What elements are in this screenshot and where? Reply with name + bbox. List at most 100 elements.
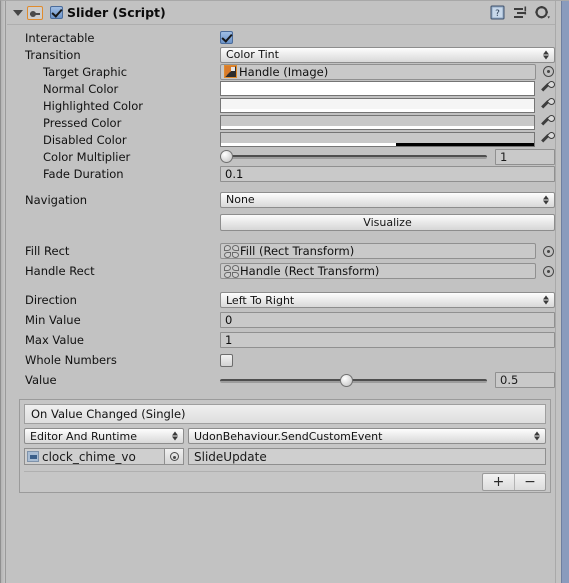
component-header[interactable]: Slider (Script) ? bbox=[7, 1, 555, 25]
on-value-changed-box: On Value Changed (Single) Editor And Run… bbox=[19, 399, 551, 493]
help-icon[interactable]: ? bbox=[490, 5, 505, 23]
row-handle-rect: Handle Rect Handle (Rect Transform) bbox=[7, 261, 555, 281]
fade-duration-input[interactable]: 0.1 bbox=[220, 165, 555, 182]
visualize-button[interactable]: Visualize bbox=[220, 213, 555, 231]
add-listener-button[interactable]: + bbox=[483, 474, 514, 490]
udon-behaviour-icon bbox=[27, 451, 39, 462]
row-fade-duration: Fade Duration 0.1 bbox=[7, 165, 555, 182]
target-graphic-picker-icon[interactable] bbox=[542, 65, 555, 78]
label-pressed-color: Pressed Color bbox=[43, 115, 122, 130]
value-number-field[interactable]: 0.5 bbox=[495, 372, 555, 388]
label-handle-rect: Handle Rect bbox=[25, 264, 95, 278]
min-value-input[interactable]: 0 bbox=[220, 312, 555, 328]
navigation-dropdown[interactable]: None bbox=[220, 191, 555, 208]
row-disabled-color: Disabled Color bbox=[7, 131, 555, 148]
label-direction: Direction bbox=[25, 293, 77, 307]
svg-text:?: ? bbox=[495, 9, 500, 19]
rect-transform-icon bbox=[224, 264, 239, 278]
label-navigation: Navigation bbox=[25, 192, 88, 207]
event-object-value: clock_chime_vo bbox=[42, 449, 136, 464]
chevron-updown-icon bbox=[172, 431, 179, 442]
event-header[interactable]: On Value Changed (Single) bbox=[24, 404, 546, 424]
color-multiplier-slider[interactable] bbox=[220, 149, 487, 164]
row-highlighted-color: Highlighted Color bbox=[7, 97, 555, 114]
row-fill-rect: Fill Rect Fill (Rect Transform) bbox=[7, 241, 555, 261]
transition-value: Color Tint bbox=[226, 48, 279, 61]
disabled-color-eyedropper-icon[interactable] bbox=[540, 132, 555, 147]
pressed-color-swatch[interactable] bbox=[220, 115, 535, 130]
rect-transform-icon bbox=[224, 244, 239, 258]
direction-dropdown[interactable]: Left To Right bbox=[220, 292, 555, 308]
fill-rect-object-field[interactable]: Fill (Rect Transform) bbox=[220, 243, 536, 259]
event-object-picker-button[interactable] bbox=[165, 448, 184, 465]
chevron-updown-icon bbox=[543, 49, 550, 60]
fill-rect-value: Fill (Rect Transform) bbox=[240, 244, 355, 258]
gear-icon[interactable] bbox=[535, 5, 551, 23]
pressed-color-eyedropper-icon[interactable] bbox=[540, 115, 555, 130]
highlighted-color-eyedropper-icon[interactable] bbox=[540, 98, 555, 113]
handle-rect-picker-icon[interactable] bbox=[542, 265, 555, 278]
color-multiplier-slider-thumb[interactable] bbox=[220, 150, 233, 163]
chevron-updown-icon bbox=[543, 194, 550, 205]
label-max-value: Max Value bbox=[25, 333, 85, 347]
transition-dropdown[interactable]: Color Tint bbox=[220, 46, 555, 63]
fill-rect-picker-icon[interactable] bbox=[542, 245, 555, 258]
call-state-dropdown[interactable]: Editor And Runtime bbox=[24, 428, 184, 444]
label-disabled-color: Disabled Color bbox=[43, 132, 127, 147]
event-argument-value: SlideUpdate bbox=[194, 449, 267, 464]
row-transition: Transition Color Tint bbox=[7, 46, 555, 63]
label-transition: Transition bbox=[25, 47, 81, 62]
row-value: Value 0.5 bbox=[7, 370, 555, 390]
preset-icon[interactable] bbox=[513, 6, 527, 23]
label-value: Value bbox=[25, 373, 57, 387]
min-value-text: 0 bbox=[225, 313, 233, 327]
row-min-value: Min Value 0 bbox=[7, 310, 555, 330]
function-dropdown[interactable]: UdonBehaviour.SendCustomEvent bbox=[188, 428, 546, 444]
remove-listener-button[interactable]: − bbox=[514, 473, 545, 490]
label-min-value: Min Value bbox=[25, 313, 81, 327]
handle-rect-object-field[interactable]: Handle (Rect Transform) bbox=[220, 263, 536, 279]
event-row-function: Editor And Runtime UdonBehaviour.SendCus… bbox=[24, 428, 546, 444]
row-target-graphic: Target Graphic Handle (Image) bbox=[7, 63, 555, 80]
event-title: On Value Changed (Single) bbox=[31, 407, 186, 421]
right-scroll-rail[interactable] bbox=[561, 1, 569, 583]
event-footer: + − bbox=[24, 471, 546, 491]
chevron-updown-icon bbox=[534, 431, 541, 442]
handle-rect-value: Handle (Rect Transform) bbox=[240, 264, 380, 278]
color-multiplier-value-field[interactable]: 1 bbox=[495, 148, 555, 165]
row-visualize: Visualize bbox=[7, 212, 555, 232]
inspector-panel: Slider (Script) ? Interactable Transitio… bbox=[0, 0, 569, 583]
event-argument-input[interactable]: SlideUpdate bbox=[188, 448, 546, 465]
target-graphic-value: Handle (Image) bbox=[239, 64, 329, 79]
component-enabled-checkbox[interactable] bbox=[50, 6, 63, 19]
disabled-color-swatch[interactable] bbox=[220, 132, 535, 147]
row-whole-numbers: Whole Numbers bbox=[7, 350, 555, 370]
value-number-text: 0.5 bbox=[500, 373, 519, 387]
label-target-graphic: Target Graphic bbox=[43, 64, 128, 79]
row-normal-color: Normal Color bbox=[7, 80, 555, 97]
whole-numbers-checkbox[interactable] bbox=[220, 353, 233, 367]
event-row-target: clock_chime_vo SlideUpdate bbox=[24, 448, 546, 465]
highlighted-color-swatch[interactable] bbox=[220, 98, 535, 113]
target-graphic-object-field[interactable]: Handle (Image) bbox=[220, 63, 536, 80]
max-value-input[interactable]: 1 bbox=[220, 332, 555, 348]
fade-duration-value: 0.1 bbox=[225, 166, 244, 181]
event-object-field[interactable]: clock_chime_vo bbox=[24, 448, 165, 465]
value-slider-thumb[interactable] bbox=[340, 373, 354, 387]
call-state-value: Editor And Runtime bbox=[30, 429, 137, 443]
row-pressed-color: Pressed Color bbox=[7, 114, 555, 131]
value-slider[interactable] bbox=[220, 373, 487, 388]
row-direction: Direction Left To Right bbox=[7, 290, 555, 310]
label-fade-duration: Fade Duration bbox=[43, 166, 124, 181]
visualize-button-label: Visualize bbox=[363, 215, 412, 229]
interactable-checkbox[interactable] bbox=[220, 31, 233, 44]
normal-color-swatch[interactable] bbox=[220, 81, 535, 96]
component-title: Slider (Script) bbox=[67, 5, 166, 20]
image-asset-icon bbox=[224, 65, 237, 78]
max-value-text: 1 bbox=[225, 333, 233, 347]
foldout-arrow-icon[interactable] bbox=[11, 6, 24, 19]
normal-color-eyedropper-icon[interactable] bbox=[540, 81, 555, 96]
function-value: UdonBehaviour.SendCustomEvent bbox=[194, 429, 383, 443]
label-interactable: Interactable bbox=[25, 30, 95, 45]
left-rail bbox=[1, 1, 6, 583]
